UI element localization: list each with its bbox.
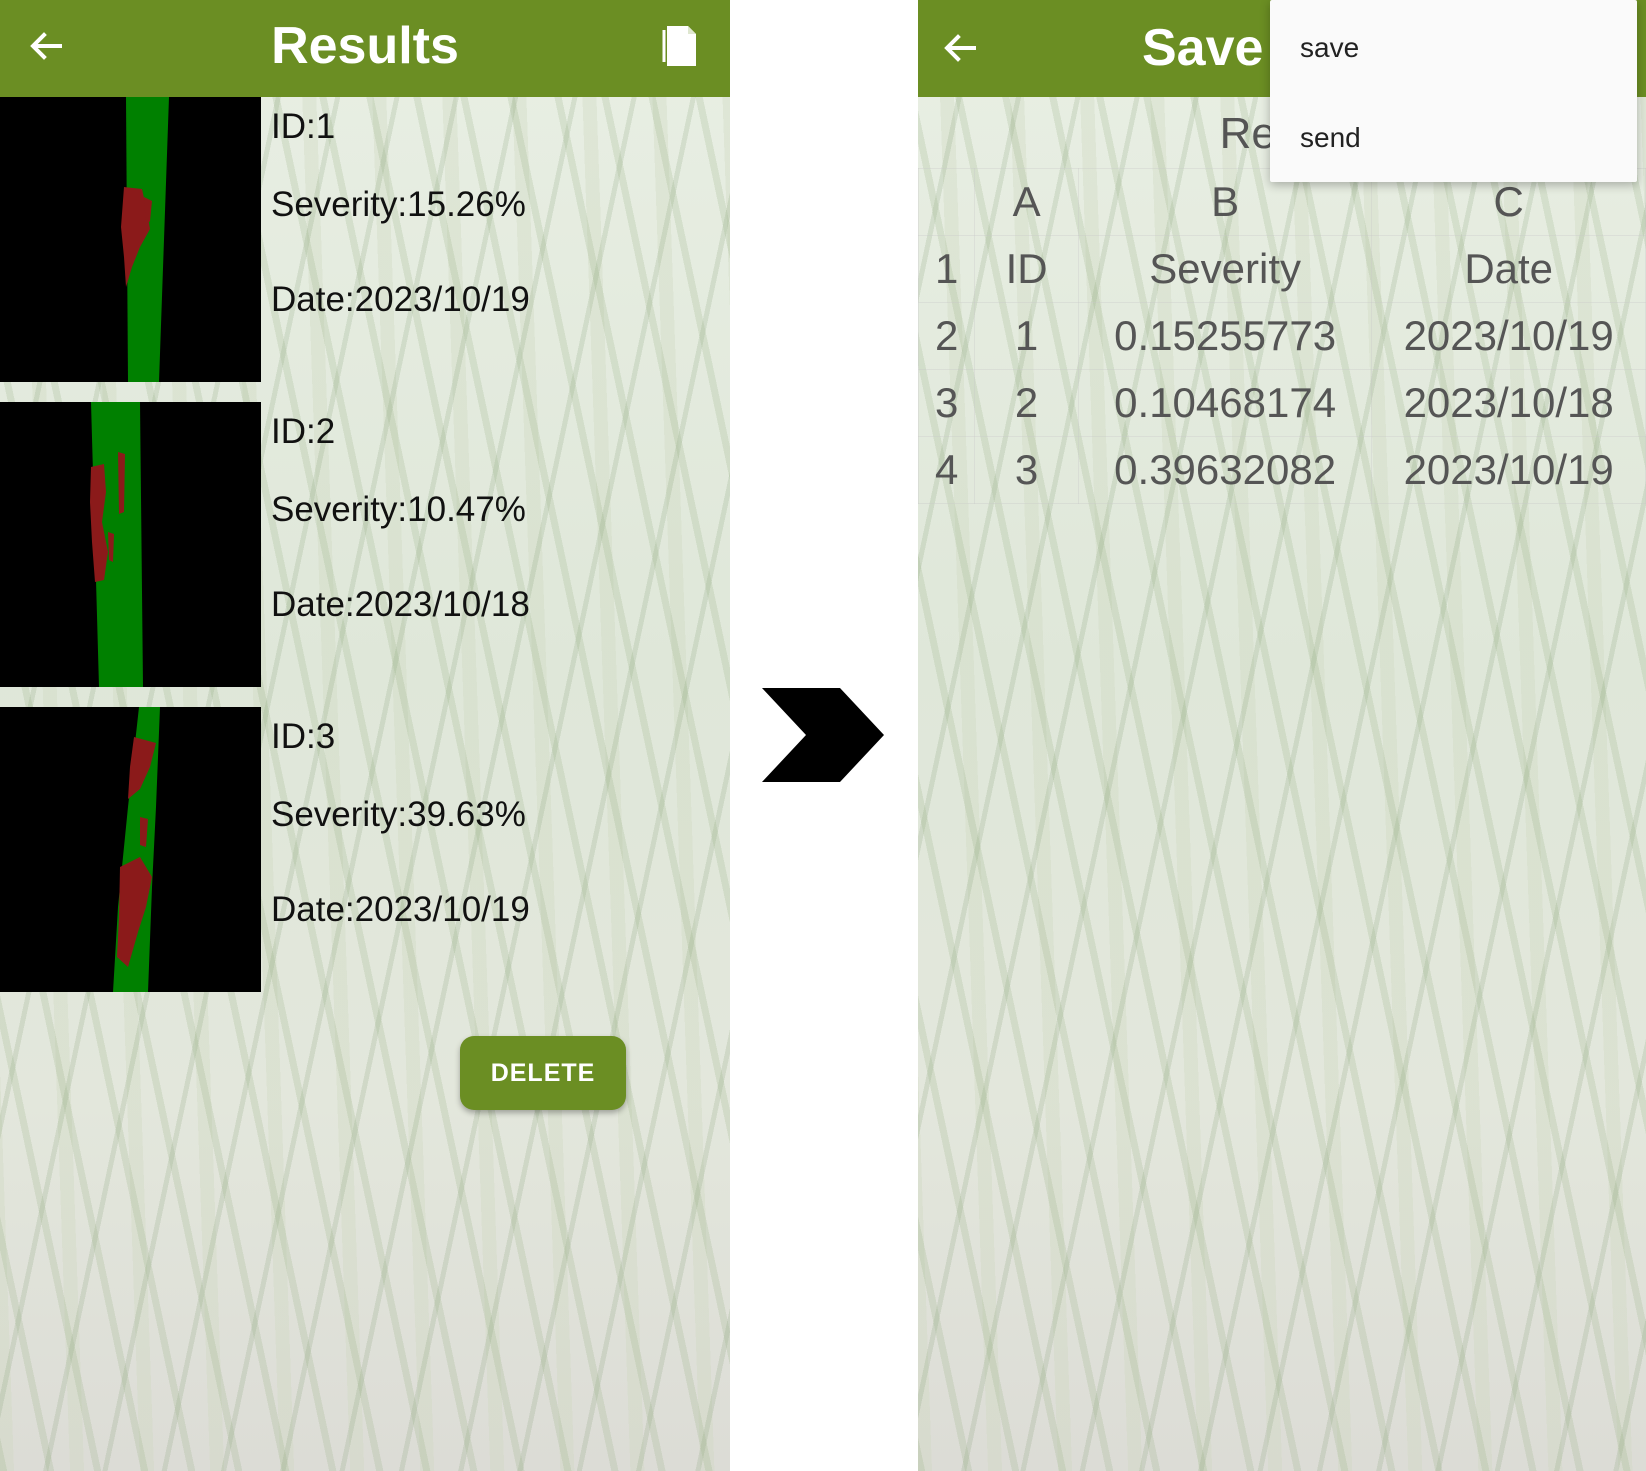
cell[interactable]: 0.15255773 (1077, 302, 1373, 370)
app-bar: Results (0, 0, 730, 97)
chevron-right-icon (762, 688, 884, 782)
cell[interactable]: Date (1371, 235, 1646, 303)
leaf-segmentation-image (0, 707, 261, 992)
result-id: ID:1 (271, 107, 336, 146)
cell[interactable]: 2023/10/18 (1371, 369, 1646, 437)
cell[interactable]: ID (974, 235, 1079, 303)
leaf-segmentation-image (0, 402, 261, 687)
menu-item-send[interactable]: send (1300, 118, 1361, 158)
table-row: 2 1 0.15255773 2023/10/19 (918, 302, 1646, 370)
document-icon[interactable] (660, 22, 700, 70)
table-row: 1 ID Severity Date (918, 235, 1646, 303)
cell[interactable]: 3 (974, 436, 1079, 504)
save-screen: Save Result A B C 1 ID Severity Date 2 1… (918, 0, 1646, 1471)
column-letter: A (974, 168, 1079, 236)
result-id: ID:2 (271, 412, 336, 451)
delete-button[interactable]: DELETE (460, 1036, 626, 1110)
result-item[interactable]: ID:2 Severity:10.47% Date:2023/10/18 (0, 402, 730, 687)
cell[interactable]: 1 (974, 302, 1079, 370)
result-date: Date:2023/10/19 (271, 280, 530, 319)
cell[interactable]: 2023/10/19 (1371, 436, 1646, 504)
cell[interactable]: 2 (974, 369, 1079, 437)
result-date: Date:2023/10/18 (271, 585, 530, 624)
result-date: Date:2023/10/19 (271, 890, 530, 929)
cell[interactable]: 2023/10/19 (1371, 302, 1646, 370)
result-severity: Severity:15.26% (271, 185, 526, 224)
result-severity: Severity:39.63% (271, 795, 526, 834)
results-spreadsheet: A B C 1 ID Severity Date 2 1 0.15255773 … (918, 168, 1646, 504)
corner-cell (918, 168, 976, 236)
menu-item-save[interactable]: save (1300, 28, 1359, 68)
arrow-left-icon[interactable] (940, 28, 980, 68)
page-title: Results (271, 17, 459, 75)
cell[interactable]: 0.10468174 (1077, 369, 1373, 437)
row-number: 1 (918, 235, 976, 303)
result-item[interactable]: ID:1 Severity:15.26% Date:2023/10/19 (0, 97, 730, 382)
table-row: 3 2 0.10468174 2023/10/18 (918, 369, 1646, 437)
overflow-menu: save send (1270, 0, 1637, 182)
result-severity: Severity:10.47% (271, 490, 526, 529)
row-number: 3 (918, 369, 976, 437)
cell[interactable]: 0.39632082 (1077, 436, 1373, 504)
row-number: 2 (918, 302, 976, 370)
results-screen: Results ID:1 Severity:15.26% Date:2023/1… (0, 0, 730, 1471)
cell[interactable]: Severity (1077, 235, 1373, 303)
result-item[interactable]: ID:3 Severity:39.63% Date:2023/10/19 (0, 707, 730, 992)
table-row: 4 3 0.39632082 2023/10/19 (918, 436, 1646, 504)
result-id: ID:3 (271, 717, 336, 756)
leaf-segmentation-image (0, 97, 261, 382)
page-title: Save (1142, 19, 1264, 77)
row-number: 4 (918, 436, 976, 504)
